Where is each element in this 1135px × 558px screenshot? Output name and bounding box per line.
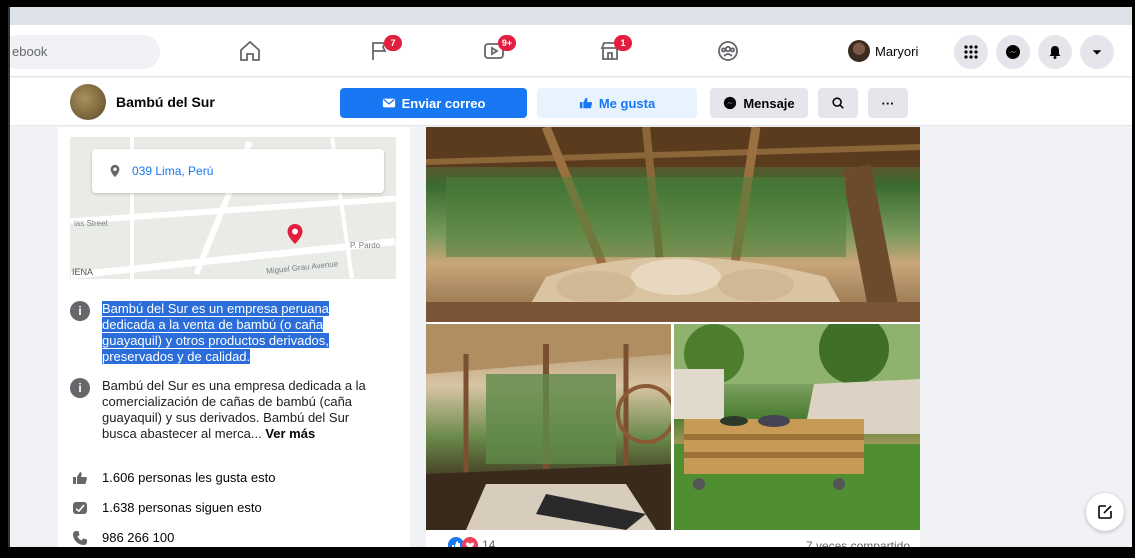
pages-flag-icon[interactable]: 7 bbox=[362, 33, 402, 69]
photo-illustration bbox=[426, 127, 920, 322]
followers-icon bbox=[70, 499, 90, 517]
description-row: i Bambú del Sur es una empresa dedicada … bbox=[70, 378, 370, 442]
photo-illustration bbox=[426, 324, 671, 530]
message-label: Mensaje bbox=[743, 95, 795, 111]
menu-grid-icon[interactable] bbox=[954, 35, 988, 69]
info-icon: i bbox=[70, 378, 90, 398]
send-email-button[interactable]: Enviar correo bbox=[340, 88, 527, 118]
page-avatar[interactable] bbox=[70, 84, 106, 120]
likes-row: 1.606 personas les gusta esto bbox=[70, 469, 275, 487]
photo-post: 14 7 veces compartido bbox=[426, 127, 920, 547]
user-name: Maryori bbox=[875, 43, 919, 59]
see-more-link[interactable]: Ver más bbox=[265, 426, 315, 441]
pages-badge: 7 bbox=[384, 35, 402, 51]
watch-icon[interactable]: 9+ bbox=[476, 33, 516, 69]
map-label: P. Pardo bbox=[350, 241, 381, 250]
notifications-bell-icon[interactable] bbox=[1038, 35, 1072, 69]
page-title[interactable]: Bambú del Sur bbox=[116, 94, 215, 110]
reaction-count: 14 bbox=[482, 538, 496, 547]
more-dots-icon: ··· bbox=[881, 95, 895, 111]
share-count[interactable]: 7 veces compartido bbox=[806, 539, 910, 547]
more-options-button[interactable]: ··· bbox=[868, 88, 908, 118]
messenger-icon[interactable] bbox=[996, 35, 1030, 69]
like-page-button[interactable]: Me gusta bbox=[537, 88, 697, 118]
send-email-label: Enviar correo bbox=[401, 95, 486, 111]
top-navigation-bar: ebook 7 9+ 1 Maryori bbox=[10, 25, 1132, 77]
selected-description-row: i Bambú del Sur es un empresa peruana de… bbox=[70, 301, 370, 365]
account-chevron-down-icon[interactable] bbox=[1080, 35, 1114, 69]
phone-row: 986 266 100 bbox=[70, 529, 174, 547]
likes-count: 1.606 personas les gusta esto bbox=[102, 470, 276, 485]
marketplace-badge: 1 bbox=[614, 35, 632, 51]
new-message-button[interactable] bbox=[1086, 493, 1124, 531]
search-input[interactable]: ebook bbox=[10, 35, 160, 69]
description: Bambú del Sur es una empresa dedicada a … bbox=[102, 378, 366, 441]
thumbs-up-icon bbox=[70, 469, 90, 487]
map-label: ias Street bbox=[74, 219, 108, 228]
bamboo-bedroom-photo[interactable] bbox=[426, 324, 671, 530]
pallet-garden-furniture-photo[interactable] bbox=[674, 324, 920, 530]
selected-description: Bambú del Sur es un empresa peruana dedi… bbox=[102, 301, 329, 364]
page-search-button[interactable] bbox=[818, 88, 858, 118]
search-icon bbox=[832, 97, 844, 109]
thumbs-up-icon bbox=[579, 97, 592, 109]
address-text: 039 Lima, Perú bbox=[132, 164, 214, 178]
watch-badge: 9+ bbox=[498, 35, 516, 51]
phone-icon bbox=[70, 529, 90, 547]
map-label: Miguel Grau Avenue bbox=[265, 259, 339, 276]
profile-shortcut[interactable]: Maryori bbox=[848, 37, 918, 65]
post-reactions[interactable]: 14 bbox=[448, 537, 495, 547]
heart-reaction-icon bbox=[462, 537, 478, 547]
page-header-bar: Bambú del Sur Enviar correo Me gusta Men… bbox=[10, 78, 1132, 126]
followers-row: 1.638 personas siguen esto bbox=[70, 499, 262, 517]
compose-edit-icon bbox=[1098, 505, 1112, 519]
about-card: 039 Lima, Perú ias Street IENA Miguel Gr… bbox=[58, 127, 410, 547]
message-button[interactable]: Mensaje bbox=[710, 88, 808, 118]
envelope-icon bbox=[382, 98, 395, 108]
followers-count: 1.638 personas siguen esto bbox=[102, 500, 262, 515]
map-marker-icon bbox=[287, 224, 303, 244]
like-label: Me gusta bbox=[598, 95, 656, 111]
location-pin-icon bbox=[110, 164, 120, 178]
groups-icon[interactable] bbox=[710, 33, 746, 69]
map-label: IENA bbox=[72, 267, 94, 277]
photo-illustration bbox=[674, 324, 920, 530]
bamboo-house-living-room-photo[interactable] bbox=[426, 127, 920, 322]
home-icon[interactable] bbox=[232, 33, 268, 69]
map-address[interactable]: 039 Lima, Perú bbox=[92, 149, 384, 193]
avatar bbox=[848, 40, 870, 62]
browser-tab-strip bbox=[10, 7, 1132, 25]
marketplace-icon[interactable]: 1 bbox=[592, 33, 632, 69]
phone-number[interactable]: 986 266 100 bbox=[102, 530, 174, 546]
facebook-window: ebook 7 9+ 1 Maryori Bambú del Sur Envia… bbox=[8, 7, 1132, 547]
messenger-small-icon bbox=[724, 96, 737, 110]
info-icon: i bbox=[70, 301, 90, 321]
location-map[interactable]: 039 Lima, Perú ias Street IENA Miguel Gr… bbox=[70, 137, 396, 279]
